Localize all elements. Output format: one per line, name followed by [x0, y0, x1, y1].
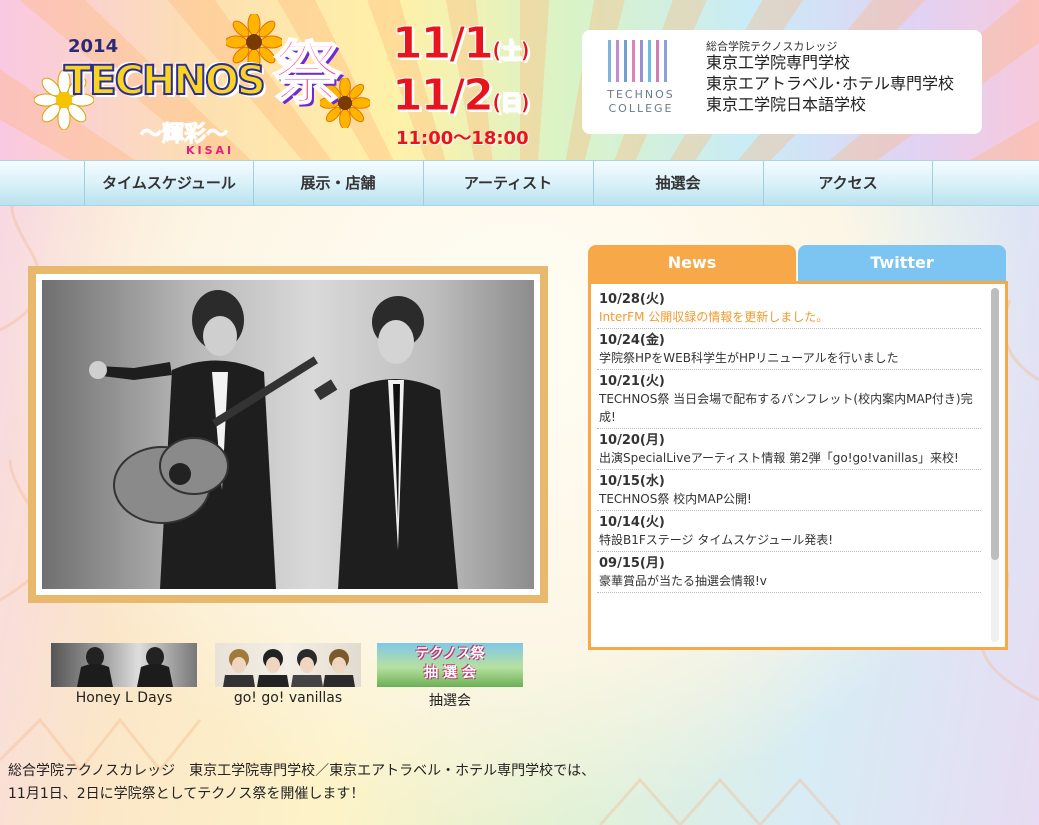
school-name: 東京エアトラベル･ホテル専門学校	[706, 74, 955, 93]
news-text[interactable]: 特設B1Fステージ タイムスケジュール発表!	[599, 531, 981, 549]
thumb-image	[51, 643, 197, 687]
artist-photo-illustration	[89, 290, 458, 589]
news-text[interactable]: InterFM 公開収録の情報を更新しました。	[599, 308, 981, 326]
logo-bar	[640, 40, 643, 82]
intro-line: 11月1日、2日に学院祭としてテクノス祭を開催します！	[8, 786, 365, 802]
festival-name: TECHNOS	[63, 57, 267, 105]
college-logo-line1: TECHNOS	[607, 88, 675, 101]
news-item[interactable]: 10/20(月) 出演SpecialLiveアーティスト情報 第2弾「go!go…	[597, 429, 981, 470]
news-text[interactable]: 出演SpecialLiveアーティスト情報 第2弾「go!go!vanillas…	[599, 449, 981, 467]
festival-logo[interactable]: 2014 TECHNOS 祭 〜輝彩〜 KISAI	[30, 8, 370, 157]
hero-photo[interactable]	[42, 280, 534, 589]
logo-bar	[616, 40, 619, 82]
thumb-lottery[interactable]: テクノス祭 抽 選 会 抽選会	[376, 643, 524, 710]
news-item[interactable]: 10/21(火) TECHNOS祭 当日会場で配布するパンフレット(校内案内MA…	[597, 370, 981, 429]
nav-item-access[interactable]: アクセス	[763, 161, 933, 205]
logo-bar	[632, 40, 635, 82]
hero-inner	[36, 274, 540, 595]
news-item[interactable]: 09/15(月) 豪華賞品が当たる抽選会情報!v	[597, 552, 981, 593]
nav-item-artists[interactable]: アーティスト	[423, 161, 592, 205]
nav-item-time-schedule[interactable]: タイムスケジュール	[84, 161, 253, 205]
news-date: 09/15(月)	[599, 556, 665, 571]
festival-year: 2014	[68, 36, 119, 57]
date-day2-value: 11/2	[392, 70, 495, 122]
college-panel[interactable]: TECHNOS COLLEGE 総合学院テクノスカレッジ 東京工学院専門学校 東…	[582, 30, 982, 134]
logo-bar	[664, 40, 667, 82]
festival-matsuri: 祭	[272, 34, 342, 115]
news-item[interactable]: 10/24(金) 学院祭HPをWEB科学生がHPリニューアルを行いました	[597, 329, 981, 370]
college-group-name: 総合学院テクノスカレッジ	[706, 40, 838, 53]
date-day2-weekday: (日)	[491, 91, 530, 117]
tab-news[interactable]: News	[588, 245, 796, 281]
thumb-caption: Honey L Days	[75, 690, 173, 706]
news-text[interactable]: TECHNOS祭 当日会場で配布するパンフレット(校内案内MAP付き)完成!	[599, 390, 981, 426]
school-name: 東京工学院日本語学校	[706, 95, 867, 114]
date-day2: 11/2(日)	[392, 70, 531, 122]
festival-subtitle-roman: KISAI	[186, 144, 235, 157]
news-text[interactable]: 学院祭HPをWEB科学生がHPリニューアルを行いました	[599, 349, 981, 367]
thumb-honey-l-days[interactable]: Honey L Days	[50, 643, 198, 706]
news-date: 10/24(金)	[599, 333, 665, 348]
logo-bar	[624, 40, 627, 82]
news-text[interactable]: TECHNOS祭 校内MAP公開!	[599, 490, 981, 508]
date-day1-weekday: (土)	[491, 39, 530, 65]
news-item[interactable]: 10/15(水) TECHNOS祭 校内MAP公開!	[597, 470, 981, 511]
intro-text: 総合学院テクノスカレッジ 東京工学院専門学校／東京エアトラベル・ホテル専門学校で…	[8, 760, 708, 806]
main-nav: タイムスケジュール 展示・店舗 アーティスト 抽選会 アクセス	[0, 160, 1039, 206]
thumb-image	[215, 643, 361, 687]
news-item[interactable]: 10/14(火) 特設B1Fステージ タイムスケジュール発表!	[597, 511, 981, 552]
news-date: 10/28(火)	[599, 292, 665, 307]
thumb-image: テクノス祭 抽 選 会	[377, 643, 523, 687]
lottery-banner-line1: テクノス祭	[415, 646, 485, 662]
opening-hours: 11:00〜18:00	[396, 128, 529, 149]
logo-bar	[608, 40, 611, 82]
date-day1: 11/1(土)	[392, 18, 531, 70]
news-scrollbar[interactable]	[991, 288, 999, 642]
news-list[interactable]: 10/28(火) InterFM 公開収録の情報を更新しました。 10/24(金…	[597, 288, 981, 644]
header: 2014 TECHNOS 祭 〜輝彩〜 KISAI 11/1(土) 11/2(日…	[0, 0, 1039, 160]
thumb-go-go-vanillas[interactable]: go! go! vanillas	[214, 643, 362, 706]
college-logo-line2: COLLEGE	[608, 102, 674, 115]
college-logo-text: TECHNOS COLLEGE	[596, 88, 686, 116]
thumb-caption: 抽選会	[429, 693, 471, 709]
news-date: 10/15(水)	[599, 474, 665, 489]
logo-bar	[648, 40, 651, 82]
intro-line: 総合学院テクノスカレッジ 東京工学院専門学校／東京エアトラベル・ホテル専門学校で…	[8, 763, 596, 779]
news-item[interactable]: 10/28(火) InterFM 公開収録の情報を更新しました。	[597, 288, 981, 329]
date-day1-value: 11/1	[392, 18, 495, 70]
news-panel: 10/28(火) InterFM 公開収録の情報を更新しました。 10/24(金…	[588, 281, 1008, 650]
nav-item-lottery[interactable]: 抽選会	[593, 161, 762, 205]
news-date: 10/14(火)	[599, 515, 665, 530]
lottery-banner-line2: 抽 選 会	[424, 665, 476, 681]
news-date: 10/20(月)	[599, 433, 665, 448]
nav-item-exhibits[interactable]: 展示・店舗	[253, 161, 422, 205]
logo-bar	[656, 40, 659, 82]
school-name: 東京工学院専門学校	[706, 53, 851, 72]
news-date: 10/21(火)	[599, 374, 665, 389]
college-logo-icon	[608, 40, 670, 82]
news-text[interactable]: 豪華賞品が当たる抽選会情報!v	[599, 572, 981, 590]
tab-twitter[interactable]: Twitter	[798, 245, 1006, 281]
hero-frame	[28, 266, 548, 603]
thumb-caption: go! go! vanillas	[233, 690, 343, 706]
news-scrollbar-thumb[interactable]	[991, 288, 999, 560]
